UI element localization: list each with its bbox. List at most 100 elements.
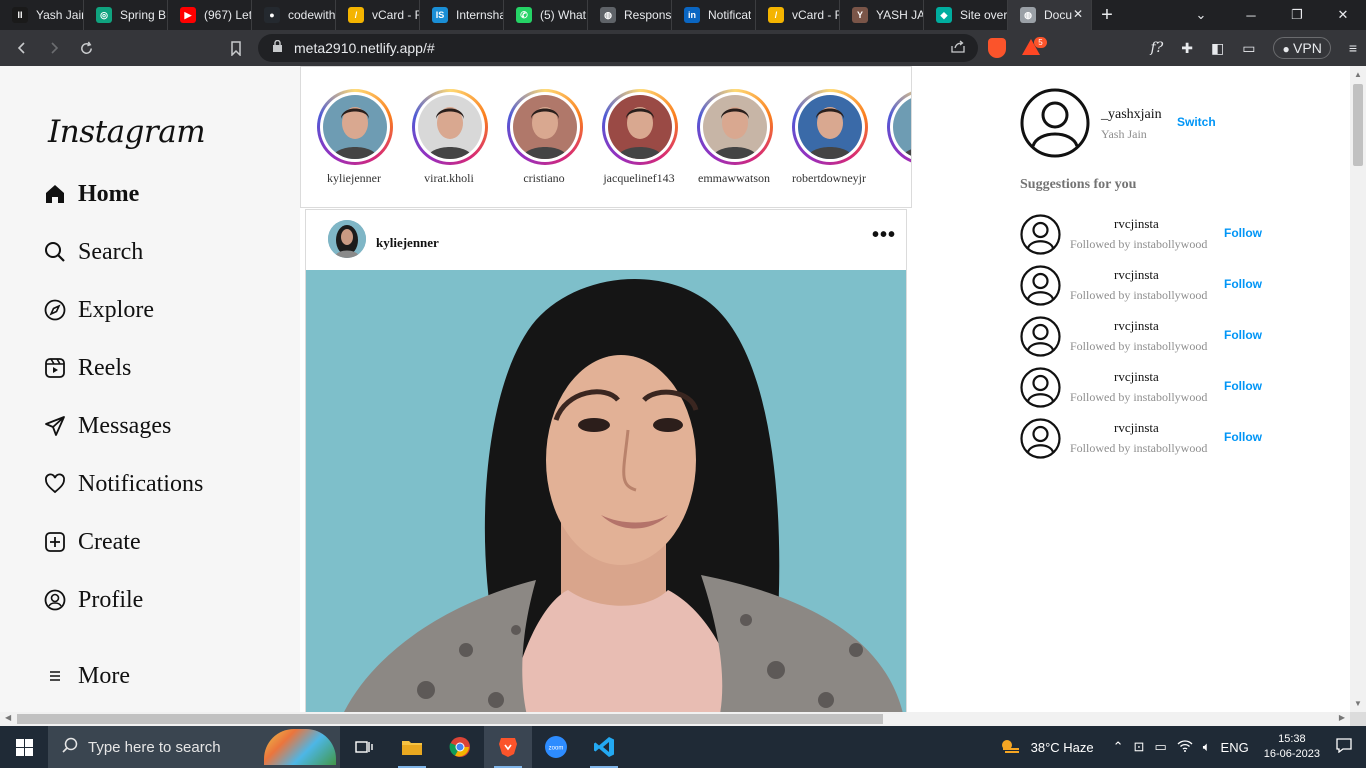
taskbar-search-box[interactable]: Type here to search <box>48 726 340 768</box>
post-more-options-icon[interactable]: ••• <box>872 224 896 247</box>
restore-button[interactable]: ❐ <box>1274 0 1320 30</box>
wallet-icon[interactable]: ▭ <box>1242 40 1255 57</box>
vpn-button[interactable]: ● VPN <box>1273 37 1331 59</box>
battery-icon[interactable]: ▭ <box>1154 739 1166 755</box>
forward-button[interactable] <box>38 32 70 64</box>
browser-tab[interactable]: ● codewith <box>252 0 336 30</box>
chrome-icon[interactable] <box>436 726 484 768</box>
sidebar-toggle-icon[interactable]: ◧ <box>1211 40 1224 57</box>
suggestion-avatar-icon[interactable] <box>1020 214 1061 255</box>
suggestion-username[interactable]: rvcjinsta <box>1114 369 1159 385</box>
nav-create[interactable]: Create <box>44 525 141 559</box>
browser-tab[interactable]: in Notificat <box>672 0 756 30</box>
suggestion-username[interactable]: rvcjinsta <box>1114 216 1159 232</box>
browser-tab[interactable]: ◆ Site over <box>924 0 1008 30</box>
nav-home[interactable]: Home <box>44 177 139 211</box>
story-item[interactable]: robertdowneyjr <box>784 89 874 189</box>
instagram-logo[interactable]: Instagram <box>48 114 206 150</box>
current-username[interactable]: _yashxjain <box>1101 107 1162 123</box>
file-explorer-icon[interactable] <box>388 726 436 768</box>
suggestion-avatar-icon[interactable] <box>1020 265 1061 306</box>
minimize-button[interactable]: ─ <box>1228 0 1274 30</box>
browser-tab[interactable]: / vCard - F <box>336 0 420 30</box>
story-item[interactable]: kylie <box>879 89 911 189</box>
browser-tab[interactable]: IS Internsha <box>420 0 504 30</box>
suggestion-avatar-icon[interactable] <box>1020 418 1061 459</box>
nav-profile[interactable]: Profile <box>44 583 143 617</box>
browser-tab[interactable]: II Yash Jain <box>0 0 84 30</box>
wifi-icon[interactable] <box>1177 739 1193 755</box>
back-button[interactable] <box>6 32 38 64</box>
suggestion-avatar-icon[interactable] <box>1020 316 1061 357</box>
vertical-scrollbar[interactable]: ▲ ▼ <box>1350 66 1366 712</box>
notification-center-icon[interactable] <box>1336 738 1352 756</box>
address-bar[interactable]: meta2910.netlify.app/# <box>258 34 978 62</box>
brave-shields-icon[interactable] <box>988 38 1006 58</box>
switch-account-button[interactable]: Switch <box>1177 115 1216 129</box>
browser-tab[interactable]: ▶ (967) Let <box>168 0 252 30</box>
follow-button[interactable]: Follow <box>1224 328 1262 342</box>
vertical-scroll-thumb[interactable] <box>1353 84 1363 166</box>
toolbar-right-actions: f? ✚ ◧ ▭ ● VPN ≡ <box>1142 30 1366 66</box>
browser-tab[interactable]: / vCard - F <box>756 0 840 30</box>
follow-button[interactable]: Follow <box>1224 226 1262 240</box>
follow-button[interactable]: Follow <box>1224 430 1262 444</box>
tab-favicon-icon: Y <box>852 7 868 23</box>
story-item[interactable]: cristiano <box>499 89 589 189</box>
follow-button[interactable]: Follow <box>1224 277 1262 291</box>
browser-tab[interactable]: ◍ Respons <box>588 0 672 30</box>
nav-notifications[interactable]: Notifications <box>44 467 203 501</box>
show-hidden-icons-icon[interactable]: ⌃ <box>1113 739 1124 755</box>
reload-button[interactable] <box>70 32 102 64</box>
suggestion-avatar-icon[interactable] <box>1020 367 1061 408</box>
suggestion-username[interactable]: rvcjinsta <box>1114 318 1159 334</box>
weather-icon[interactable] <box>999 737 1021 758</box>
close-tab-icon[interactable]: ✕ <box>1073 7 1083 21</box>
vscode-icon[interactable] <box>580 726 628 768</box>
tab-search-chevron-icon[interactable]: ⌄ <box>1186 0 1216 30</box>
scroll-right-icon[interactable]: ▶ <box>1339 713 1345 722</box>
story-item[interactable]: virat.kholi <box>404 89 494 189</box>
follow-button[interactable]: Follow <box>1224 379 1262 393</box>
scroll-up-icon[interactable]: ▲ <box>1354 70 1362 79</box>
horizontal-scrollbar[interactable]: ◀ ▶ <box>0 712 1350 726</box>
brave-browser-icon[interactable] <box>484 726 532 768</box>
profile-avatar-icon[interactable] <box>1020 88 1090 158</box>
story-item[interactable]: emmawwatson <box>689 89 779 189</box>
nav-messages[interactable]: Messages <box>44 409 171 443</box>
story-item[interactable]: jacquelinef143 <box>594 89 684 189</box>
post-username[interactable]: kyliejenner <box>376 235 439 251</box>
share-icon[interactable] <box>950 40 966 57</box>
browser-tab[interactable]: ◍ Docu ✕ <box>1008 0 1092 30</box>
new-tab-button[interactable]: + <box>1092 0 1122 30</box>
browser-menu-icon[interactable]: ≡ <box>1349 40 1357 56</box>
bookmark-button[interactable] <box>220 32 252 64</box>
zoom-icon[interactable]: zoom <box>532 726 580 768</box>
language-indicator[interactable]: ENG <box>1221 740 1249 755</box>
volume-icon[interactable]: 🔈︎ <box>1203 739 1211 755</box>
nav-more[interactable]: More <box>44 659 130 693</box>
suggestion-username[interactable]: rvcjinsta <box>1114 420 1159 436</box>
meet-now-icon[interactable]: ⊡ <box>1134 739 1145 755</box>
weather-text[interactable]: 38°C Haze <box>1031 740 1094 755</box>
browser-tab[interactable]: Y YASH JA <box>840 0 924 30</box>
browser-tab[interactable]: ◎ Spring B <box>84 0 168 30</box>
task-view-icon[interactable] <box>340 726 388 768</box>
nav-explore[interactable]: Explore <box>44 293 154 327</box>
nav-reels[interactable]: Reels <box>44 351 131 385</box>
close-window-button[interactable]: ✕ <box>1320 0 1366 30</box>
post-image[interactable] <box>306 270 906 712</box>
scroll-left-icon[interactable]: ◀ <box>5 713 11 722</box>
browser-tab[interactable]: ✆ (5) What <box>504 0 588 30</box>
extensions-puzzle-icon[interactable]: ✚ <box>1181 40 1193 57</box>
fx-extension-icon[interactable]: f? <box>1151 40 1164 56</box>
nav-search[interactable]: Search <box>44 235 143 269</box>
scroll-down-icon[interactable]: ▼ <box>1354 699 1362 708</box>
clock[interactable]: 15:38 16-06-2023 <box>1264 732 1320 762</box>
suggestion-username[interactable]: rvcjinsta <box>1114 267 1159 283</box>
post-avatar[interactable] <box>328 220 366 258</box>
windows-start-icon[interactable] <box>0 726 48 768</box>
tab-title: Site over <box>960 8 1007 22</box>
horizontal-scroll-thumb[interactable] <box>17 714 883 724</box>
story-item[interactable]: kyliejenner <box>309 89 399 189</box>
